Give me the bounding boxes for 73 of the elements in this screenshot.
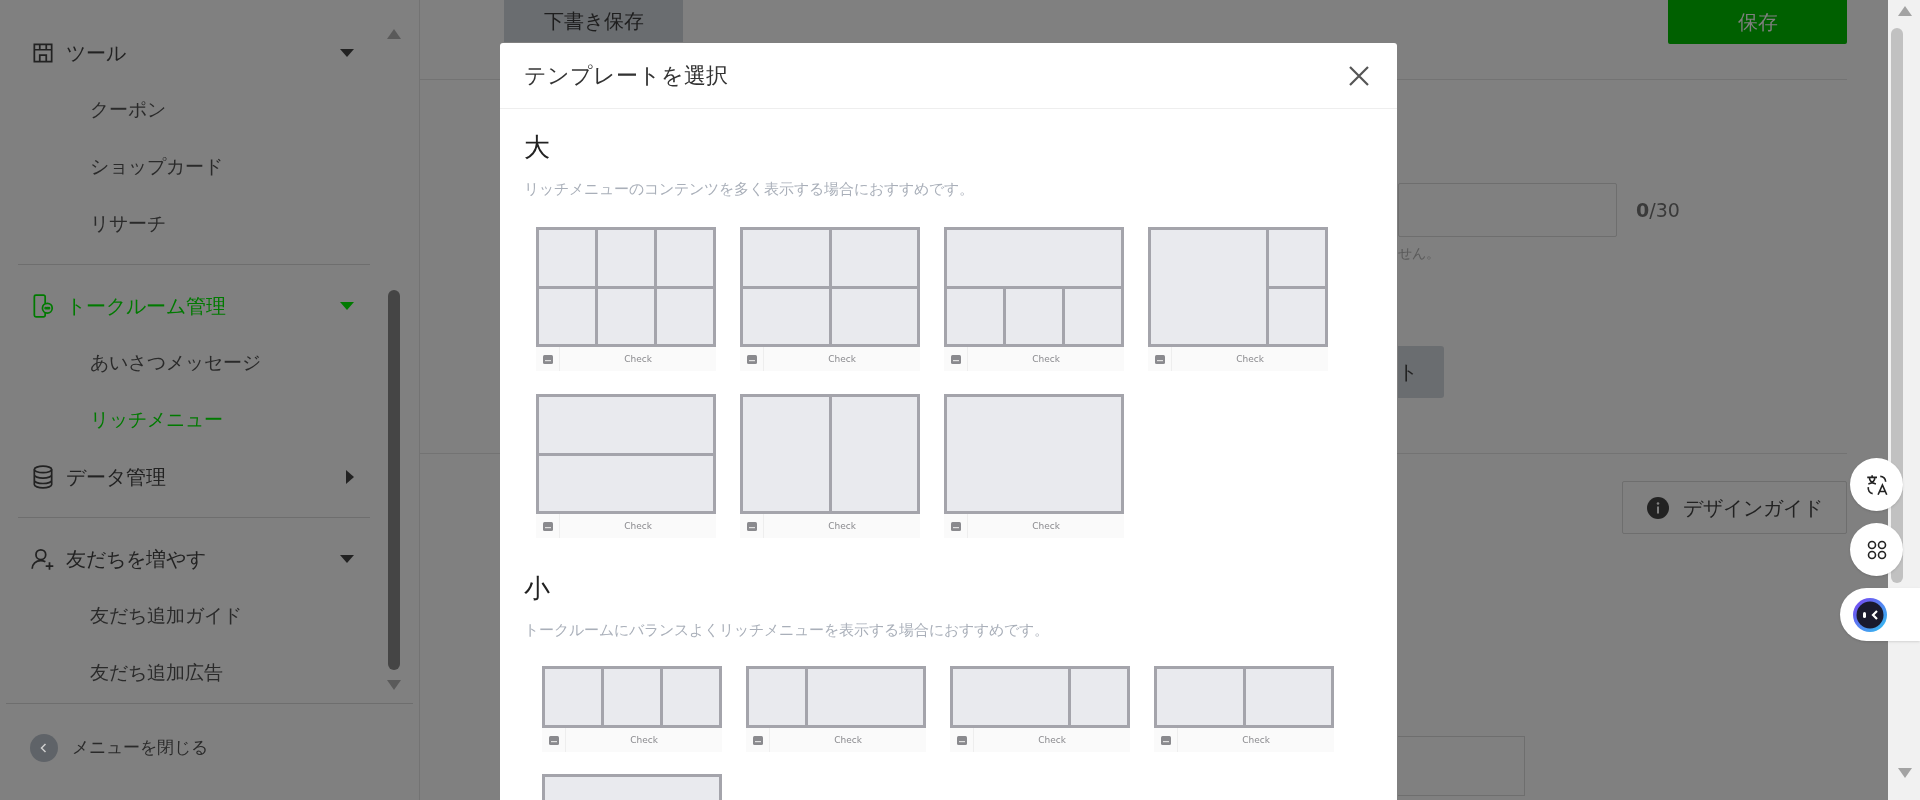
section-description: リッチメニューのコンテンツを多く表示する場合におすすめです。 <box>524 179 975 199</box>
keyboard-icon <box>542 521 553 531</box>
caret-right-icon <box>346 469 354 484</box>
keyboard-icon <box>950 521 961 531</box>
caret-down-icon <box>340 301 354 310</box>
sidebar-group-item[interactable]: 友だちを増やす <box>18 530 370 587</box>
keyboard-icon <box>548 735 559 745</box>
keyboard-icon <box>542 354 553 364</box>
close-icon <box>1348 64 1370 87</box>
bot-face-icon <box>1852 596 1888 633</box>
template-thumbnail[interactable] <box>746 666 926 728</box>
apps-button[interactable] <box>1850 523 1903 576</box>
template-label: Check <box>630 735 658 745</box>
section-heading: 小 <box>524 572 551 604</box>
template-label: Check <box>1038 735 1066 745</box>
sidebar-item[interactable]: クーポン <box>18 81 370 138</box>
save-button[interactable]: 保存 <box>1668 0 1847 44</box>
template-label: Check <box>828 521 856 531</box>
sidebar-item[interactable]: 友だち追加ガイド <box>18 587 370 644</box>
sidebar-group-item[interactable]: データ管理 <box>18 448 370 505</box>
partial-button[interactable]: ト <box>1398 346 1444 398</box>
scroll-up-icon <box>1898 6 1912 16</box>
template-label: Check <box>828 354 856 364</box>
template-thumbnail[interactable] <box>536 394 716 514</box>
assistant-button[interactable] <box>1840 588 1920 641</box>
keyboard-icon <box>1160 735 1171 745</box>
input-field[interactable] <box>1398 183 1617 237</box>
caret-down-icon <box>340 554 354 563</box>
template-thumbnail[interactable] <box>1148 227 1328 347</box>
section-description: トークルームにバランスよくリッチメニューを表示する場合におすすめです。 <box>524 620 1050 640</box>
template-label: Check <box>624 521 652 531</box>
database-icon <box>30 463 56 490</box>
design-guide-button[interactable]: デザインガイド <box>1622 481 1847 534</box>
scroll-down-icon <box>1898 768 1912 778</box>
translate-button[interactable] <box>1850 458 1903 511</box>
template-thumbnail[interactable] <box>1154 666 1334 728</box>
template-thumbnail[interactable] <box>542 666 722 728</box>
template-thumbnail[interactable] <box>944 227 1124 347</box>
dialog-title: テンプレートを選択 <box>524 62 728 90</box>
template-thumbnail[interactable] <box>536 227 716 347</box>
template-label: Check <box>1032 521 1060 531</box>
keyboard-icon <box>950 354 961 364</box>
info-icon <box>1646 496 1669 519</box>
template-thumbnail[interactable] <box>740 394 920 514</box>
sidebar-item[interactable]: リサーチ <box>18 195 370 252</box>
keyboard-icon <box>956 735 967 745</box>
scrollbar-thumb[interactable] <box>388 290 400 670</box>
sidebar-item[interactable]: 友だち追加広告 <box>18 644 370 701</box>
template-thumbnail[interactable] <box>950 666 1130 728</box>
sidebar-item[interactable]: あいさつメッセージ <box>18 334 370 391</box>
scroll-down-icon <box>387 680 401 690</box>
template-label: Check <box>624 354 652 364</box>
sidebar-item[interactable]: ショップカード <box>18 138 370 195</box>
keyboard-icon <box>1154 354 1165 364</box>
template-label: Check <box>834 735 862 745</box>
caret-down-icon <box>340 48 354 57</box>
draft-save-button[interactable]: 下書き保存 <box>504 0 683 42</box>
template-label: Check <box>1242 735 1270 745</box>
section-heading: 大 <box>524 131 551 163</box>
scroll-up-icon <box>387 29 401 39</box>
keyboard-icon <box>746 354 757 364</box>
character-counter: 0/30 <box>1636 197 1680 223</box>
text-area[interactable] <box>1398 736 1525 796</box>
keyboard-icon <box>752 735 763 745</box>
chevron-left-icon <box>30 734 58 762</box>
template-thumbnail[interactable] <box>944 394 1124 514</box>
sidebar-group-item[interactable]: ツール <box>18 24 370 81</box>
template-thumbnail[interactable] <box>740 227 920 347</box>
close-menu-button[interactable]: メニューを閉じる <box>0 704 419 792</box>
template-label: Check <box>1032 354 1060 364</box>
keyboard-icon <box>746 521 757 531</box>
phone-chat-icon <box>30 292 56 319</box>
template-label: Check <box>1236 354 1264 364</box>
